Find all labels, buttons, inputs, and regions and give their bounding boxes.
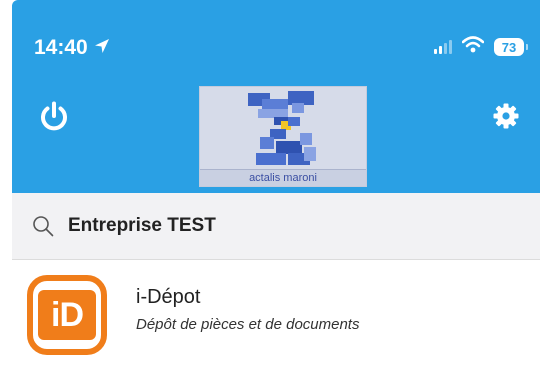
search-icon <box>32 213 58 239</box>
wifi-icon <box>461 36 485 58</box>
battery-level: 73 <box>501 39 517 55</box>
app-list-item-idepot[interactable]: iD i-Dépot Dépôt de pièces et de documen… <box>12 260 540 371</box>
signal-icon <box>434 40 452 54</box>
power-icon <box>39 101 69 138</box>
app-screen: 14:40 73 actalis maroni Entreprise TEST … <box>0 0 540 371</box>
search-value: Entreprise TEST <box>68 215 216 236</box>
location-arrow-icon <box>94 36 110 60</box>
company-search-bar[interactable]: Entreprise TEST <box>12 193 540 260</box>
idepot-icon-label: iD <box>38 290 96 340</box>
idepot-app-icon: iD <box>27 275 107 355</box>
app-title: i-Dépot <box>136 286 201 308</box>
settings-button[interactable] <box>488 100 524 136</box>
app-header: 14:40 73 actalis maroni <box>12 0 540 193</box>
app-subtitle: Dépôt de pièces et de documents <box>136 316 360 333</box>
logo-graphic <box>248 91 316 165</box>
logo-caption: actalis maroni <box>200 169 366 186</box>
status-time: 14:40 <box>34 36 110 60</box>
status-indicators: 73 <box>434 36 528 58</box>
gear-icon <box>492 102 520 135</box>
power-button[interactable] <box>34 99 74 139</box>
status-time-label: 14:40 <box>34 36 88 59</box>
company-logo: actalis maroni <box>199 86 367 187</box>
battery-icon: 73 <box>494 38 528 56</box>
